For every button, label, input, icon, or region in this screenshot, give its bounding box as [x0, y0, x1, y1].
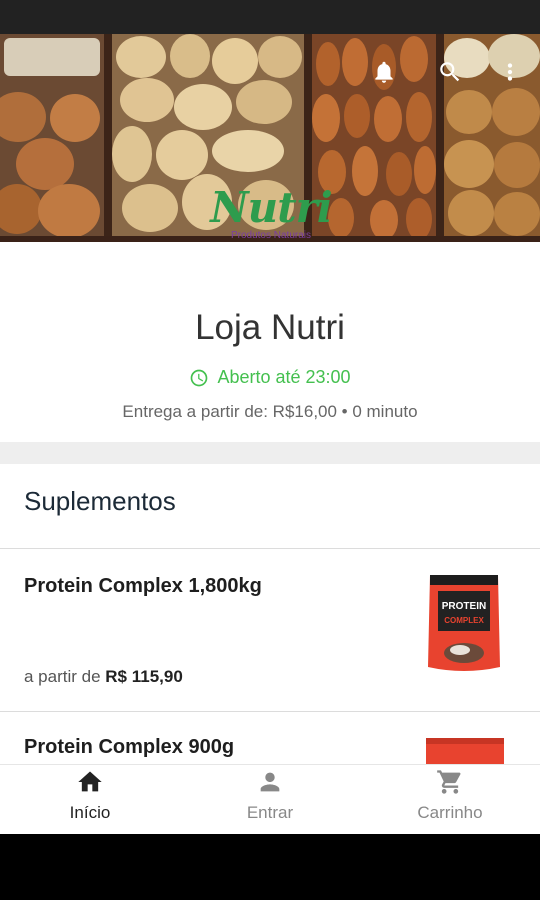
nav-label: Entrar — [246, 803, 294, 822]
category-section: Suplementos Protein Complex 1,800kg a pa… — [0, 464, 540, 764]
delivery-info: Entrega a partir de: R$16,00 • 0 minuto — [122, 402, 418, 421]
product-name: Protein Complex 1,800kg — [24, 575, 262, 597]
clock-icon — [189, 368, 209, 388]
store-open-status: Aberto até 23:00 — [0, 367, 540, 388]
nav-label: Carrinho — [417, 803, 483, 822]
bottom-navigation: Início Entrar Carrinho — [0, 764, 540, 834]
status-bar — [0, 0, 540, 34]
banner-divider — [104, 34, 112, 242]
product-name: Protein Complex 900g — [24, 736, 235, 758]
product-image-label: COMPLEX — [444, 616, 484, 625]
product-item[interactable]: Protein Complex 1,800kg a partir de R$ 1… — [0, 549, 540, 711]
price-prefix: a partir de — [24, 667, 101, 686]
product-price: a partir de R$ 115,90 — [24, 667, 183, 687]
nav-label: Início — [69, 803, 111, 822]
section-separator — [0, 442, 540, 464]
more-vert-icon[interactable] — [496, 58, 524, 86]
logo-wordmark: Nutri — [210, 183, 332, 232]
person-icon — [255, 767, 285, 797]
nav-item-entrar[interactable]: Entrar — [180, 765, 360, 835]
product-image — [426, 738, 504, 764]
open-status-text: Aberto até 23:00 — [217, 367, 351, 387]
search-icon[interactable] — [436, 58, 464, 86]
product-item[interactable]: Protein Complex 900g — [0, 712, 540, 764]
nav-item-carrinho[interactable]: Carrinho — [360, 765, 540, 835]
home-icon — [75, 767, 105, 797]
bell-icon[interactable] — [370, 58, 398, 86]
product-image: PROTEIN COMPLEX — [426, 571, 502, 675]
product-image-label: PROTEIN — [442, 601, 486, 612]
cart-icon — [435, 767, 465, 797]
store-logo: Nutri Produtos Naturais — [196, 184, 346, 254]
price-value: R$ 115,90 — [105, 667, 183, 686]
nav-item-inicio[interactable]: Início — [0, 765, 180, 835]
banner-compartment-walnuts — [0, 34, 104, 242]
system-navigation-area — [0, 834, 540, 900]
category-title: Suplementos — [24, 486, 176, 516]
store-info: Loja Nutri Aberto até 23:00 Entrega a pa… — [0, 242, 540, 442]
store-name: Loja Nutri — [195, 308, 345, 347]
